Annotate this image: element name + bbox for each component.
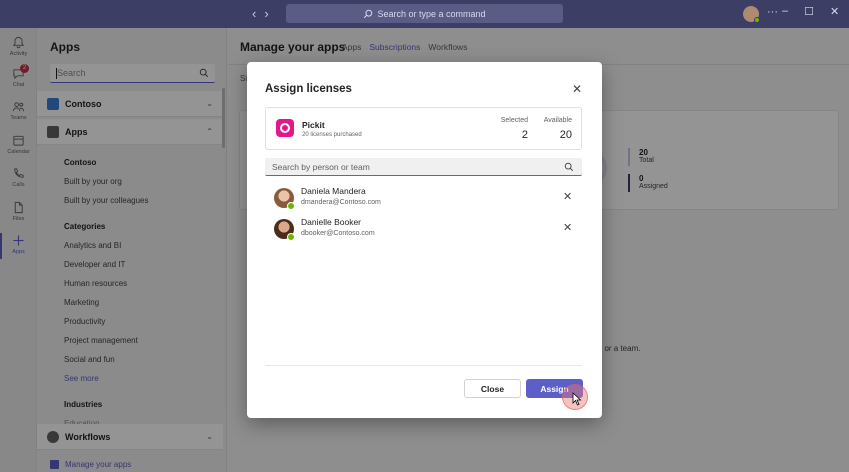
person-name: Danielle Booker bbox=[301, 217, 362, 227]
more-options-icon[interactable]: ··· bbox=[767, 6, 778, 18]
mouse-cursor-icon bbox=[572, 392, 582, 406]
person-search-placeholder: Search by person or team bbox=[272, 162, 370, 172]
minimize-icon[interactable]: – bbox=[782, 5, 788, 18]
search-icon bbox=[564, 162, 574, 172]
close-button[interactable]: Close bbox=[464, 379, 521, 398]
person-email: dmandera@Contoso.com bbox=[301, 199, 381, 206]
presence-available-icon bbox=[287, 202, 295, 210]
pickit-logo-icon bbox=[276, 119, 294, 137]
list-item-person: Daniela Mandera dmandera@Contoso.com ✕ bbox=[274, 186, 584, 212]
assign-licenses-dialog: Assign licenses ✕ Pickit 20 licenses pur… bbox=[247, 62, 602, 418]
license-summary-card: Pickit 20 licenses purchased Selected 2 … bbox=[265, 107, 582, 150]
forward-icon[interactable]: › bbox=[264, 6, 268, 21]
command-search-placeholder: Search or type a command bbox=[377, 8, 486, 19]
selected-label: Selected bbox=[500, 117, 528, 124]
person-email: dbooker@Contoso.com bbox=[301, 230, 375, 237]
presence-available-icon bbox=[287, 233, 295, 241]
available-label: Available bbox=[543, 117, 572, 124]
person-name: Daniela Mandera bbox=[301, 186, 366, 196]
available-count: 20 bbox=[559, 129, 572, 141]
close-window-icon[interactable]: ✕ bbox=[830, 5, 839, 18]
person-search-input[interactable]: Search by person or team bbox=[265, 158, 582, 176]
search-icon bbox=[364, 9, 373, 18]
command-search-box[interactable]: Search or type a command bbox=[286, 4, 563, 23]
title-bar: ‹ › Search or type a command ··· – ☐ ✕ bbox=[0, 0, 849, 28]
close-icon[interactable]: ✕ bbox=[572, 82, 582, 96]
back-icon[interactable]: ‹ bbox=[252, 6, 256, 21]
dialog-title: Assign licenses bbox=[265, 83, 352, 95]
nav-arrows: ‹ › bbox=[252, 6, 269, 21]
user-avatar[interactable] bbox=[743, 6, 760, 23]
remove-person-icon[interactable]: ✕ bbox=[563, 190, 572, 203]
remove-person-icon[interactable]: ✕ bbox=[563, 221, 572, 234]
window-controls: – ☐ ✕ bbox=[782, 5, 839, 18]
presence-available-icon bbox=[754, 17, 760, 23]
selected-count: 2 bbox=[521, 129, 528, 141]
dialog-footer-divider bbox=[265, 365, 582, 366]
app-name: Pickit bbox=[302, 120, 325, 130]
licenses-purchased-text: 20 licenses purchased bbox=[302, 132, 362, 138]
maximize-icon[interactable]: ☐ bbox=[804, 5, 814, 18]
list-item-person: Danielle Booker dbooker@Contoso.com ✕ bbox=[274, 217, 584, 243]
